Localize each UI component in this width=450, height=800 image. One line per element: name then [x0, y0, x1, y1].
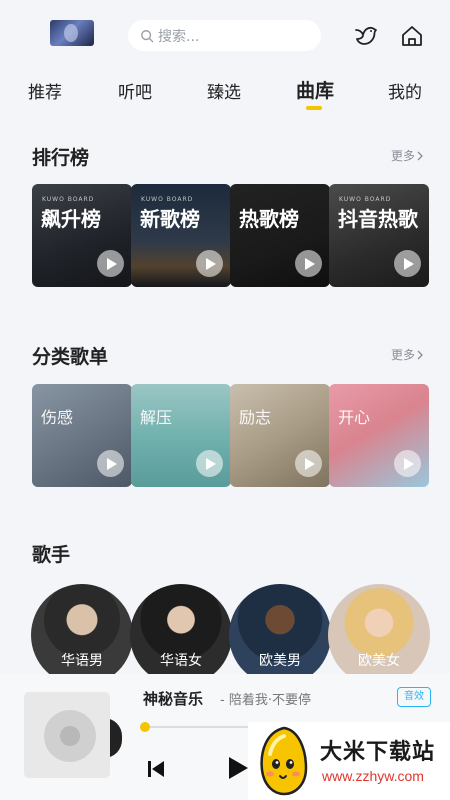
singer-label: 华语女 — [160, 653, 202, 669]
singer-label: 欧美男 — [259, 653, 301, 669]
search-placeholder: 搜索... — [158, 28, 200, 45]
category-card-relax[interactable]: 解压 — [131, 384, 231, 487]
tab-mine[interactable]: 我的 — [388, 78, 422, 103]
card-label: 飙升榜 — [41, 207, 101, 231]
card-label: 开心 — [338, 408, 371, 427]
search-input[interactable]: 搜索... — [128, 20, 321, 51]
chevron-right-icon — [417, 151, 423, 160]
tab-listen[interactable]: 听吧 — [118, 78, 152, 103]
play-icon[interactable] — [196, 450, 223, 477]
play-icon[interactable] — [394, 250, 421, 277]
chevron-right-icon — [417, 350, 423, 359]
tab-select[interactable]: 臻选 — [207, 78, 241, 103]
card-label: 热歌榜 — [239, 207, 299, 231]
categories-section-title: 分类歌单 — [32, 346, 109, 368]
tab-active-indicator — [306, 106, 322, 110]
singer-card-chinese-female[interactable]: 华语女 — [130, 584, 232, 686]
top-bar: 搜索... — [0, 0, 450, 70]
song-title[interactable]: 神秘音乐 — [143, 688, 203, 709]
chart-card-hot[interactable]: 热歌榜 — [230, 184, 330, 287]
singer-card-western-female[interactable]: 欧美女 — [328, 584, 430, 686]
bird-icon[interactable] — [353, 24, 379, 48]
album-cover[interactable] — [24, 692, 110, 778]
song-subtitle: - 陪着我·不要停 — [220, 693, 311, 708]
progress-handle[interactable] — [140, 722, 151, 732]
play-icon[interactable] — [97, 250, 124, 277]
categories-more-label: 更多 — [390, 348, 415, 362]
category-card-happy[interactable]: 开心 — [329, 384, 429, 487]
singer-label: 欧美女 — [358, 653, 400, 669]
play-icon[interactable] — [295, 450, 322, 477]
avatar[interactable] — [50, 20, 94, 46]
watermark-url: www.zzhyw.com — [322, 768, 424, 784]
singer-card-western-male[interactable]: 欧美男 — [229, 584, 331, 686]
card-label: 新歌榜 — [140, 207, 200, 231]
charts-section-title: 排行榜 — [32, 147, 90, 169]
tab-library[interactable]: 曲库 — [296, 76, 334, 103]
play-icon[interactable] — [97, 450, 124, 477]
watermark: 大米下载站 www.zzhyw.com — [248, 722, 450, 800]
play-icon[interactable] — [196, 250, 223, 277]
charts-more-label: 更多 — [390, 149, 415, 163]
chart-card-douyin[interactable]: KUWO BOARD 抖音热歌 — [329, 184, 429, 287]
card-brand: KUWO BOARD — [42, 196, 95, 203]
categories-more-button[interactable]: 更多 — [391, 346, 424, 363]
chart-card-rising[interactable]: KUWO BOARD 飙升榜 — [32, 184, 132, 287]
main-tabs: 推荐 听吧 臻选 曲库 我的 — [0, 78, 450, 114]
chart-card-new[interactable]: KUWO BOARD 新歌榜 — [131, 184, 231, 287]
category-card-inspire[interactable]: 励志 — [230, 384, 330, 487]
charts-more-button[interactable]: 更多 — [391, 147, 424, 164]
watermark-title: 大米下载站 — [320, 740, 436, 765]
search-icon — [141, 29, 154, 42]
singer-label: 华语男 — [61, 653, 103, 669]
card-label: 励志 — [239, 408, 272, 427]
previous-icon[interactable] — [146, 759, 166, 779]
home-icon[interactable] — [399, 24, 425, 48]
card-brand: KUWO BOARD — [141, 196, 194, 203]
singers-section-title: 歌手 — [32, 544, 71, 566]
card-label: 解压 — [140, 408, 173, 427]
play-icon[interactable] — [295, 250, 322, 277]
card-label: 伤感 — [41, 408, 74, 427]
mascot-logo — [260, 726, 308, 796]
singer-card-chinese-male[interactable]: 华语男 — [31, 584, 133, 686]
category-card-sad[interactable]: 伤感 — [32, 384, 132, 487]
sound-effect-button[interactable]: 音效 — [397, 687, 431, 707]
tab-recommend[interactable]: 推荐 — [28, 78, 62, 103]
card-brand: KUWO BOARD — [339, 196, 392, 203]
play-pause-icon[interactable] — [227, 756, 249, 780]
card-label: 抖音热歌 — [338, 207, 418, 231]
progress-bar[interactable] — [140, 722, 250, 732]
play-icon[interactable] — [394, 450, 421, 477]
